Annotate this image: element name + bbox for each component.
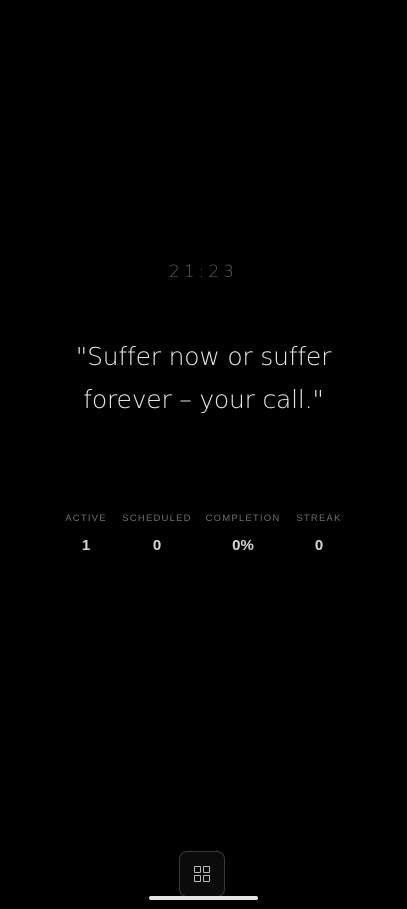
stat-active: ACTIVE 1 (65, 512, 107, 554)
stat-completion-label: COMPLETION (205, 513, 281, 524)
stat-streak-value: 0 (314, 537, 324, 554)
stat-streak: STREAK 0 (296, 512, 341, 554)
stat-active-value: 1 (81, 537, 91, 554)
grid-icon (194, 866, 210, 882)
app-drawer-button[interactable] (179, 851, 225, 897)
motivational-quote: "Suffer now or suffer forever – your cal… (75, 342, 332, 414)
stat-active-label: ACTIVE (65, 513, 107, 524)
stat-completion: COMPLETION 0% (206, 512, 281, 554)
stat-completion-value: 0% (232, 537, 254, 554)
stat-scheduled: SCHEDULED 0 (122, 512, 191, 554)
stats-row: ACTIVE 1 SCHEDULED 0 COMPLETION 0% STREA… (0, 512, 407, 572)
stat-scheduled-label: SCHEDULED (122, 513, 192, 524)
stat-scheduled-value: 0 (152, 537, 162, 554)
clock-time: 21:23 (169, 262, 238, 282)
home-indicator[interactable] (149, 896, 258, 900)
stat-streak-label: STREAK (296, 513, 342, 524)
